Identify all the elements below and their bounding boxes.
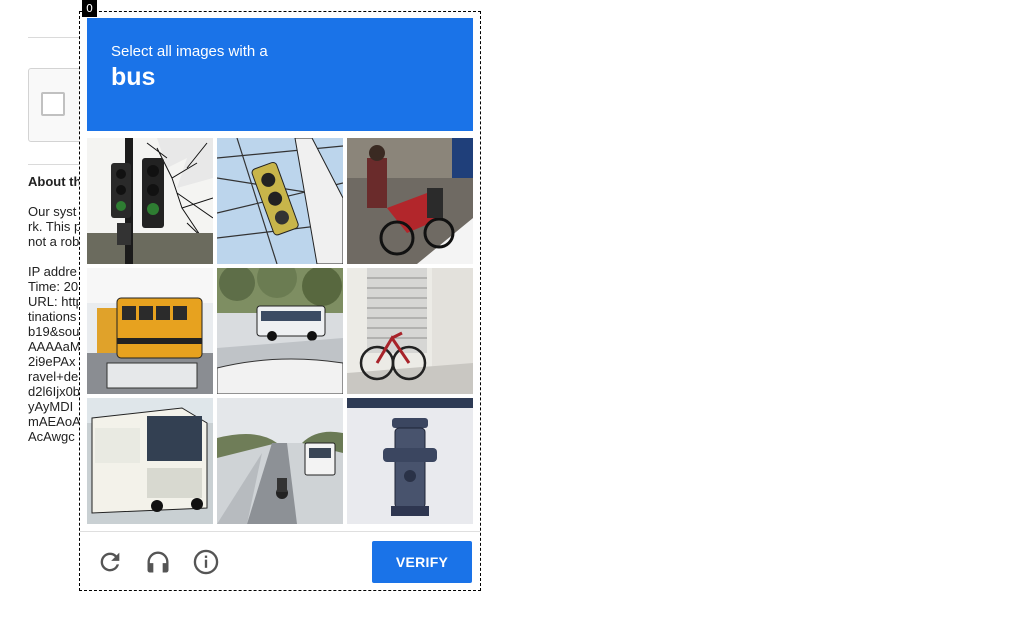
bus-on-road-image — [217, 268, 343, 394]
traffic-light-tree-image — [87, 138, 213, 264]
reload-icon — [100, 552, 120, 572]
reload-button[interactable] — [96, 548, 124, 576]
image-grid — [87, 138, 473, 524]
image-tile-8[interactable] — [217, 398, 343, 524]
challenge-target: bus — [111, 63, 156, 91]
bus-front-image — [87, 398, 213, 524]
body-text-line: Time: 20 — [28, 279, 79, 294]
recaptcha-checkbox[interactable] — [41, 92, 65, 116]
body-text-line: b19&sou — [28, 324, 80, 339]
bicycle-shutter-image — [347, 268, 473, 394]
image-tile-1[interactable] — [87, 138, 213, 264]
body-text-line: URL: http — [28, 294, 83, 309]
body-text-line: 2i9ePAx — [28, 354, 76, 369]
body-text-line: AAAAaM — [28, 339, 81, 354]
image-tile-3[interactable] — [347, 138, 473, 264]
element-index-tag: 0 — [82, 0, 97, 17]
mid-divider — [28, 164, 86, 165]
body-text-line: not a rob — [28, 234, 80, 249]
school-bus-image — [87, 268, 213, 394]
verify-button[interactable]: VERIFY — [372, 541, 472, 583]
image-tile-5[interactable] — [217, 268, 343, 394]
help-button[interactable] — [192, 548, 220, 576]
top-divider — [28, 37, 86, 38]
image-tile-4[interactable] — [87, 268, 213, 394]
challenge-header: Select all images with a bus — [87, 18, 473, 131]
body-text-line: yAyMDI — [28, 399, 74, 414]
challenge-instruction: Select all images with a — [111, 43, 268, 60]
body-text-line: ravel+de — [28, 369, 79, 384]
headphones-icon — [147, 551, 169, 573]
image-tile-6[interactable] — [347, 268, 473, 394]
body-text-line: AcAwgc — [28, 429, 75, 444]
body-text-line: tinations — [28, 309, 77, 324]
road-with-bus-image — [217, 398, 343, 524]
body-text-line: IP addre — [28, 264, 77, 279]
image-tile-7[interactable] — [87, 398, 213, 524]
body-text-line: Our syst — [28, 204, 77, 219]
image-tile-2[interactable] — [217, 138, 343, 264]
body-text-line: rk. This p — [28, 219, 82, 234]
fire-hydrant-image — [347, 398, 473, 524]
body-text-line: mAEAoA — [28, 414, 81, 429]
section-heading: About th — [28, 174, 82, 189]
traffic-light-wires-image — [217, 138, 343, 264]
info-icon — [193, 549, 219, 575]
image-tile-9[interactable] — [347, 398, 473, 524]
motorcycle-street-image — [347, 138, 473, 264]
body-text-line: d2l6Ijx0b — [28, 384, 81, 399]
audio-challenge-button[interactable] — [144, 548, 172, 576]
footer-divider — [80, 531, 480, 532]
